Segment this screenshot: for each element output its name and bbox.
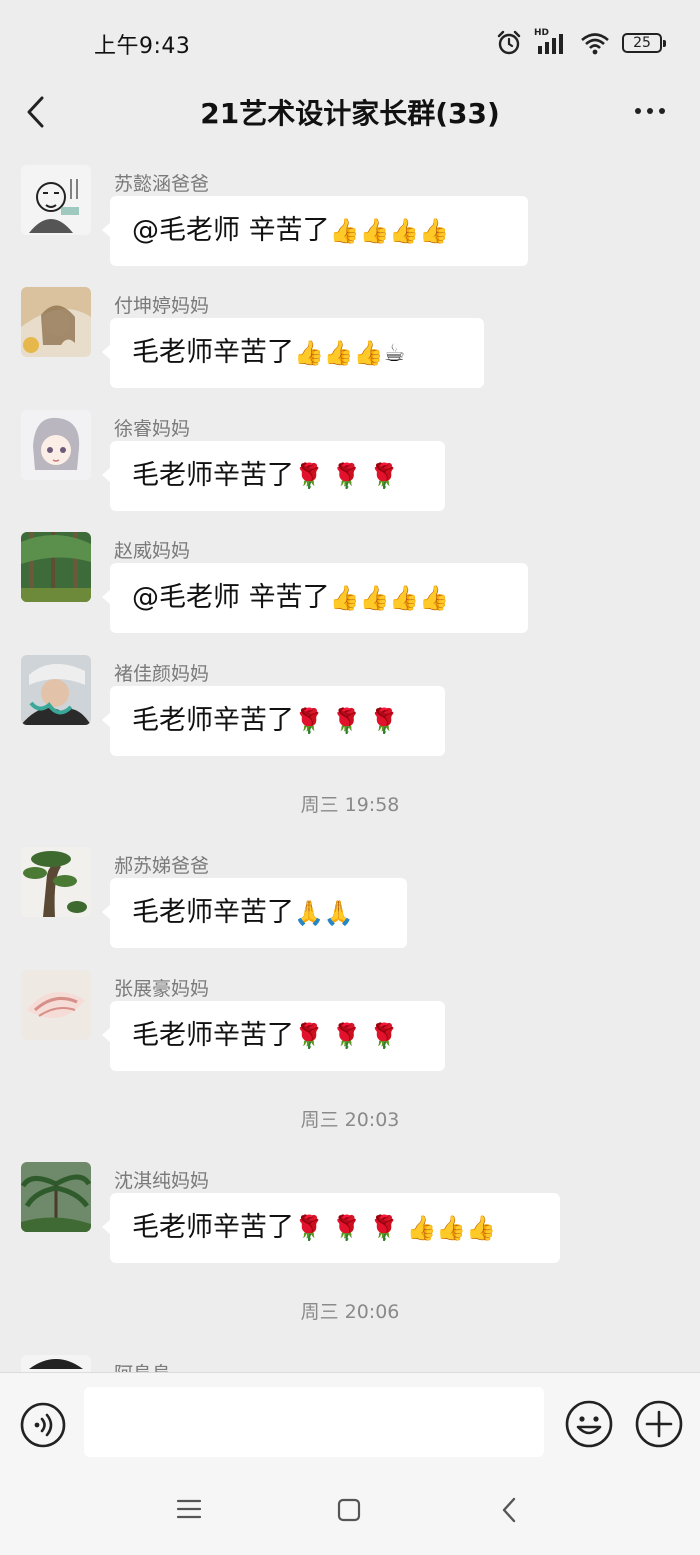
avatar[interactable]: [21, 847, 91, 917]
message-emoji: 👍👍👍☕: [294, 339, 406, 367]
message-text: 毛老师辛苦了: [132, 897, 294, 928]
status-icons: HD 25: [496, 28, 666, 58]
message-bubble[interactable]: 毛老师辛苦了🌹 🌹 🌹: [102, 1001, 445, 1071]
signal-icon: [538, 34, 563, 54]
message-text: 毛老师辛苦了: [132, 705, 294, 736]
battery-indicator: 25: [622, 33, 666, 53]
home-icon[interactable]: [337, 1498, 361, 1522]
sender-name: 阿阜阜: [114, 1359, 171, 1372]
avatar[interactable]: [21, 532, 91, 602]
chat-title: 21艺术设计家长群(33): [200, 97, 500, 130]
message-bubble[interactable]: 毛老师辛苦了🌹 🌹 🌹 👍👍👍: [102, 1193, 560, 1263]
message-emoji: 🌹 🌹 🌹: [294, 1022, 399, 1050]
message-bubble[interactable]: 毛老师辛苦了🌹 🌹 🌹: [102, 686, 445, 756]
status-time: 上午9:43: [94, 34, 191, 59]
timestamp: 周三 20:03: [300, 1109, 400, 1131]
message-list[interactable]: 苏懿涵爸爸 @毛老师 辛苦了👍👍👍👍 付坤婷妈妈 毛老师辛苦了👍👍👍☕ 徐睿妈妈…: [0, 160, 700, 1372]
message-bubble[interactable]: @毛老师 辛苦了👍👍👍👍: [102, 563, 528, 633]
sender-name: 沈淇纯妈妈: [114, 1170, 210, 1192]
menu-icon[interactable]: [176, 1498, 202, 1520]
alarm-icon: [497, 30, 521, 55]
sender-name: 张展豪妈妈: [114, 978, 210, 1000]
more-options-button[interactable]: [630, 96, 670, 126]
message-bubble[interactable]: 毛老师辛苦了👍👍👍☕: [102, 318, 484, 388]
message-bubble[interactable]: 毛老师辛苦了🙏🙏: [102, 878, 407, 948]
timestamp: 周三 20:06: [300, 1301, 400, 1323]
sender-name: 徐睿妈妈: [114, 418, 191, 440]
message-text: @毛老师 辛苦了: [132, 582, 330, 613]
plus-button[interactable]: [634, 1399, 684, 1449]
message-text: 毛老师辛苦了: [132, 1020, 294, 1051]
sender-name: 苏懿涵爸爸: [114, 173, 210, 195]
message-text: 毛老师辛苦了: [132, 460, 294, 491]
avatar[interactable]: [21, 410, 91, 480]
avatar[interactable]: [21, 287, 91, 357]
message-emoji: 👍👍👍👍: [329, 584, 450, 612]
message-text: 毛老师辛苦了: [132, 337, 294, 368]
chat-header: 21艺术设计家长群(33): [0, 86, 700, 138]
avatar[interactable]: [21, 655, 91, 725]
voice-button[interactable]: [19, 1401, 67, 1449]
sender-name: 付坤婷妈妈: [114, 295, 210, 317]
message-input[interactable]: [84, 1387, 544, 1457]
avatar[interactable]: [21, 1162, 91, 1232]
message-emoji: 🌹 🌹 🌹: [294, 462, 399, 490]
message-emoji: 🌹 🌹 🌹 👍👍👍: [294, 1214, 497, 1242]
sender-name: 郝苏娣爸爸: [114, 855, 210, 877]
sender-name: 赵威妈妈: [114, 540, 191, 562]
status-bar: 上午9:43 HD 25: [0, 0, 700, 86]
avatar[interactable]: [21, 1355, 91, 1372]
message-bubble[interactable]: @毛老师 辛苦了👍👍👍👍: [102, 196, 528, 266]
message-emoji: 🌹 🌹 🌹: [294, 707, 399, 735]
sender-name: 褚佳颜妈妈: [114, 663, 210, 685]
message-emoji: 👍👍👍👍: [329, 217, 450, 245]
wifi-icon: [581, 33, 609, 55]
avatar[interactable]: [21, 165, 91, 235]
avatar[interactable]: [21, 970, 91, 1040]
message-emoji: 🙏🙏: [294, 899, 354, 927]
message-bubble[interactable]: 毛老师辛苦了🌹 🌹 🌹: [102, 441, 445, 511]
signal-indicator: HD: [534, 28, 568, 56]
emoji-button[interactable]: [564, 1399, 614, 1449]
input-bar: [0, 1372, 700, 1468]
timestamp: 周三 19:58: [300, 794, 400, 816]
system-back-icon[interactable]: [498, 1496, 520, 1524]
message-text: 毛老师辛苦了: [132, 1212, 294, 1243]
message-text: @毛老师 辛苦了: [132, 215, 330, 246]
system-nav-bar: [0, 1468, 700, 1555]
